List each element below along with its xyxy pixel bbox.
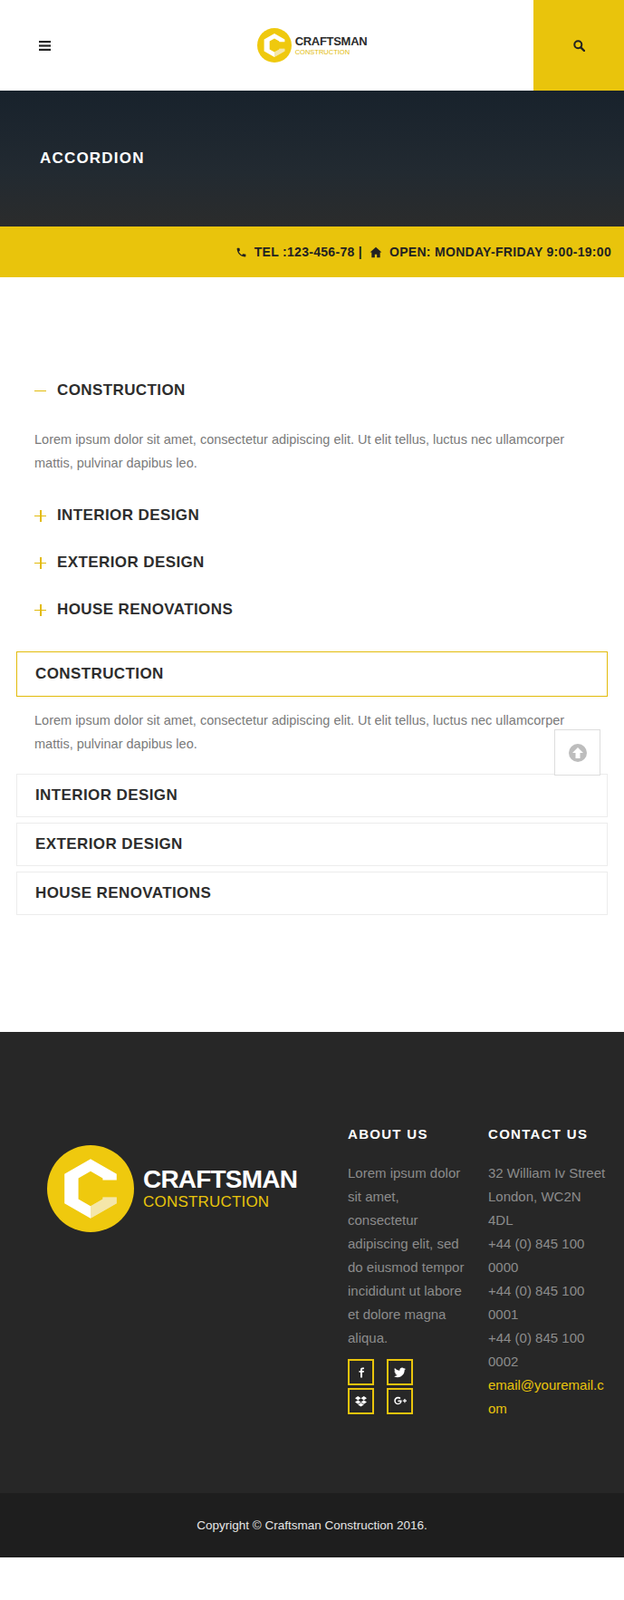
info-bar: TEL :123-456-78 | OPEN: MONDAY-FRIDAY 9:0… <box>0 226 624 278</box>
site-header: CRAFTSMANCONSTRUCTION <box>0 0 624 91</box>
accordion-header[interactable]: HOUSE RENOVATIONS <box>16 871 608 915</box>
phone-number: +44 (0) 845 100 0001 <box>488 1278 612 1326</box>
menu-icon[interactable] <box>38 40 51 51</box>
dropbox-link[interactable] <box>347 1387 375 1414</box>
opening-hours: OPEN: MONDAY-FRIDAY 9:00-19:00 <box>389 244 612 260</box>
about-text: Lorem ipsum dolor sit amet, consectetur … <box>347 1161 489 1350</box>
phone-icon <box>235 246 248 259</box>
accordion: CONSTRUCTION Lorem ipsum dolor sit amet, … <box>16 366 608 634</box>
accordion-header[interactable]: EXTERIOR DESIGN <box>16 822 608 866</box>
search-icon <box>573 39 586 52</box>
minus-icon <box>34 384 47 397</box>
plus-icon <box>34 604 47 616</box>
accordion-body: Lorem ipsum dolor sit amet, consectetur … <box>34 427 601 475</box>
copyright-text: Copyright © Craftsman Construction 2016. <box>196 1517 428 1532</box>
phone-number: +44 (0) 845 100 0002 <box>488 1325 612 1373</box>
phone-number: TEL :123-456-78 | <box>254 244 363 260</box>
facebook-icon <box>355 1366 367 1378</box>
content: CONSTRUCTION Lorem ipsum dolor sit amet, … <box>0 277 624 1032</box>
about-column: ABOUT US Lorem ipsum dolor sit amet, cons… <box>347 1124 489 1421</box>
dropbox-icon <box>355 1395 367 1407</box>
accordion-item: INTERIOR DESIGN <box>16 491 608 539</box>
logo-name: CRAFTSMAN <box>143 1165 298 1193</box>
accordion-header[interactable]: INTERIOR DESIGN <box>16 773 608 817</box>
search-button[interactable] <box>533 0 624 91</box>
site-logo[interactable]: CRAFTSMANCONSTRUCTION <box>257 28 368 63</box>
footer-logo[interactable]: CRAFTSMANCONSTRUCTION <box>47 1144 348 1232</box>
contact-heading: CONTACT US <box>488 1124 612 1143</box>
accordion-body: Lorem ipsum dolor sit amet, consectetur … <box>34 708 601 756</box>
accordion-item: HOUSE RENOVATIONS <box>16 585 608 634</box>
accordion-header[interactable]: HOUSE RENOVATIONS <box>16 585 608 634</box>
accordion-title: CONSTRUCTION <box>35 662 164 686</box>
plus-icon <box>34 509 47 522</box>
plus-icon <box>34 556 47 569</box>
accordion-title: INTERIOR DESIGN <box>57 503 200 528</box>
twitter-link[interactable] <box>386 1358 413 1385</box>
social-links <box>347 1358 489 1414</box>
accordion-item: EXTERIOR DESIGN <box>16 822 608 866</box>
accordion-title: EXTERIOR DESIGN <box>35 832 183 856</box>
facebook-link[interactable] <box>347 1358 375 1385</box>
about-heading: ABOUT US <box>347 1124 489 1143</box>
address: 32 William Iv Street London, WC2N 4DL <box>488 1161 612 1232</box>
back-to-top-button[interactable] <box>554 729 601 776</box>
page-hero: ACCORDION <box>0 90 624 227</box>
accordion-header[interactable]: CONSTRUCTION <box>16 651 608 697</box>
email-link[interactable]: email@youremail.com <box>488 1372 612 1421</box>
google-plus-icon <box>393 1395 407 1406</box>
accordion-title: EXTERIOR DESIGN <box>57 550 205 575</box>
boxed-accordion: CONSTRUCTION Lorem ipsum dolor sit amet, … <box>16 651 608 915</box>
logo-icon <box>47 1144 135 1232</box>
accordion-header[interactable]: EXTERIOR DESIGN <box>16 538 608 586</box>
accordion-item: CONSTRUCTION Lorem ipsum dolor sit amet, … <box>16 651 608 774</box>
google-plus-link[interactable] <box>386 1387 413 1414</box>
page-title: ACCORDION <box>39 149 145 168</box>
accordion-header[interactable]: INTERIOR DESIGN <box>16 491 608 539</box>
logo-icon <box>257 28 292 63</box>
accordion-title: INTERIOR DESIGN <box>35 783 178 807</box>
accordion-item: EXTERIOR DESIGN <box>16 538 608 586</box>
accordion-title: CONSTRUCTION <box>57 378 186 403</box>
accordion-title: HOUSE RENOVATIONS <box>35 881 212 905</box>
phone-number: +44 (0) 845 100 0000 <box>488 1231 612 1279</box>
copyright-bar: Copyright © Craftsman Construction 2016. <box>0 1492 624 1557</box>
twitter-icon <box>393 1366 406 1378</box>
logo-tagline: CONSTRUCTION <box>295 48 368 57</box>
home-icon <box>369 246 383 259</box>
logo-name: CRAFTSMAN <box>295 35 368 48</box>
accordion-title: HOUSE RENOVATIONS <box>57 597 233 622</box>
arrow-up-icon <box>568 743 587 762</box>
accordion-header[interactable]: CONSTRUCTION <box>16 366 608 414</box>
site-footer: CRAFTSMANCONSTRUCTIONABOUT USLorem ipsum… <box>0 1031 624 1493</box>
accordion-item: HOUSE RENOVATIONS <box>16 871 608 915</box>
accordion-item: INTERIOR DESIGN <box>16 773 608 817</box>
accordion-item: CONSTRUCTION Lorem ipsum dolor sit amet, … <box>16 366 608 492</box>
contact-column: CONTACT US 32 William Iv Street London, W… <box>488 1124 612 1421</box>
logo-tagline: CONSTRUCTION <box>143 1192 298 1211</box>
